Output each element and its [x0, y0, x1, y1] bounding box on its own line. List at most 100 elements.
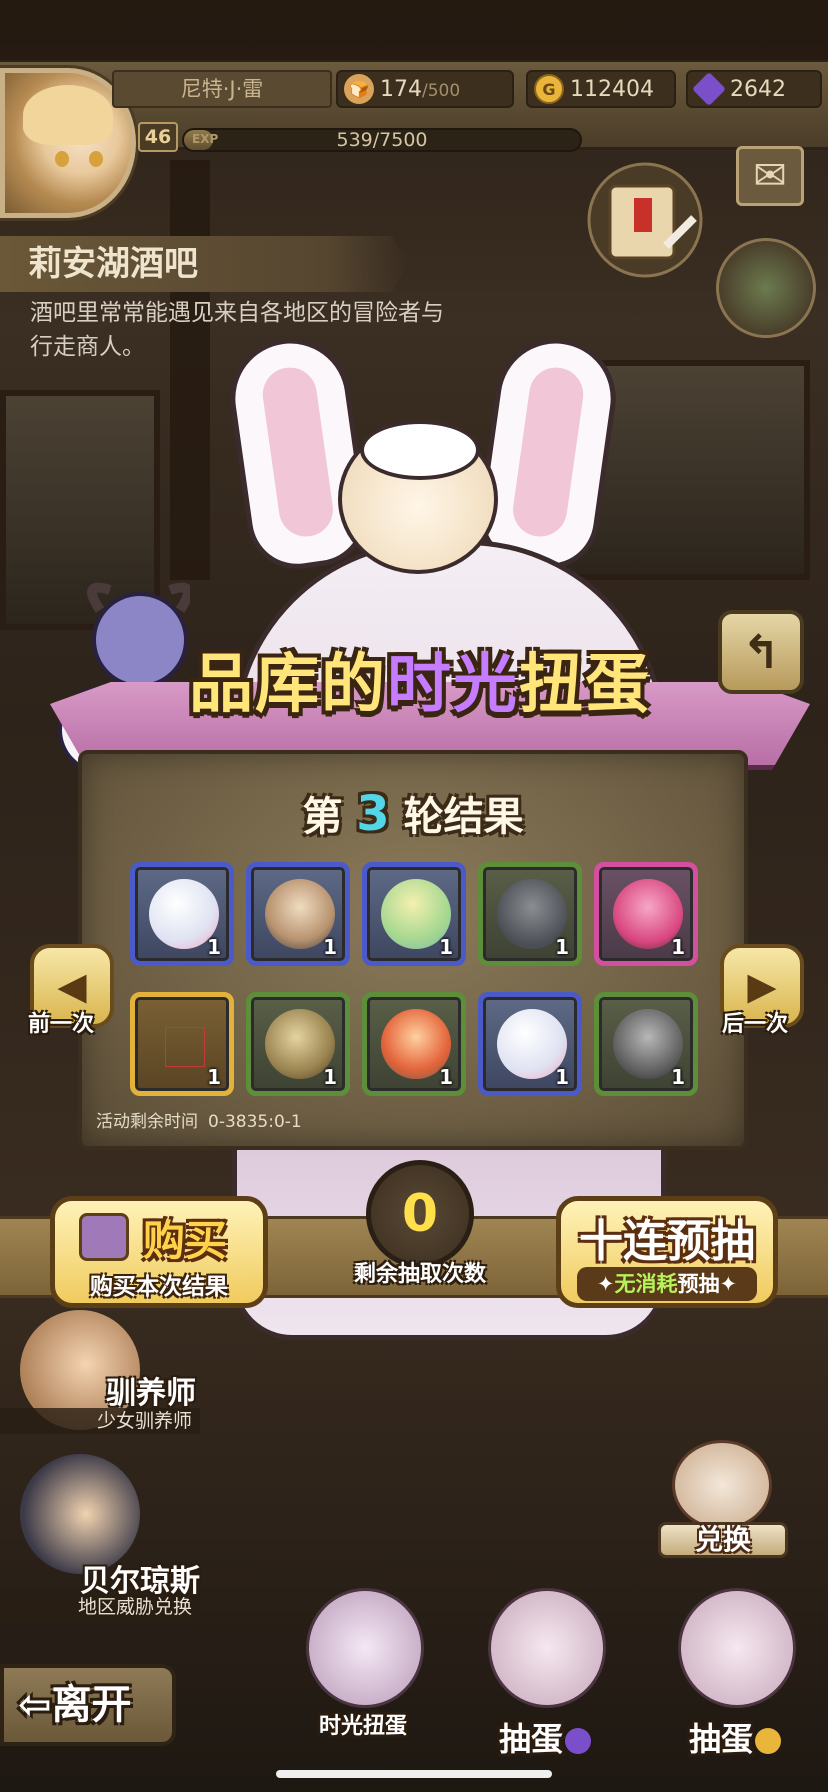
exchange-button[interactable]: 兑换	[658, 1440, 788, 1560]
avatar-eye	[55, 151, 69, 167]
npc-trainer[interactable]: 驯养师 少女驯养师	[0, 1310, 210, 1460]
return-arrow-icon: ↰	[741, 625, 781, 679]
result-slot[interactable]: 1	[362, 862, 466, 966]
event-title-part3: 扭蛋	[519, 648, 651, 722]
item-quantity: 1	[439, 1065, 453, 1089]
prev-round-label: 前一次	[28, 1012, 95, 1037]
event-timer: 活动剩余时间 0-3835:0-1	[96, 1107, 302, 1132]
item-quantity: 1	[207, 1065, 221, 1089]
draws-remaining-counter: 0	[366, 1160, 474, 1268]
item-quantity: 1	[439, 935, 453, 959]
next-round-label: 后一次	[722, 1012, 789, 1037]
round-number: 3	[356, 786, 390, 842]
ten-pull-preview-button[interactable]: 十连预抽 ✦无消耗预抽✦	[556, 1196, 778, 1308]
exp-bar: EXP 539/7500	[182, 128, 582, 152]
tab-draw-gold-label: 抽蛋	[660, 1714, 810, 1760]
exchange-icon	[672, 1440, 772, 1530]
bunny-mascot-swirl	[360, 420, 480, 480]
result-slot[interactable]: 1	[478, 862, 582, 966]
purple-gem-icon	[565, 1728, 591, 1754]
tab-draw-gold[interactable]: 抽蛋	[660, 1588, 810, 1758]
ten-pull-subtitle: ✦无消耗预抽✦	[577, 1267, 757, 1301]
results-panel: 第 3 轮结果 1 1 1 1 1 1 1 1 1 1 活动剩余时间 0-3835:0-1	[78, 750, 748, 1150]
level-badge: 46	[138, 122, 178, 152]
stamina-max: /500	[422, 80, 461, 101]
background-pillar	[170, 160, 210, 580]
event-title: 品库的时光扭蛋	[120, 630, 720, 740]
gold-counter[interactable]: G 112404	[526, 70, 676, 108]
home-indicator[interactable]	[276, 1770, 552, 1778]
round-title: 第 3 轮结果	[82, 784, 744, 842]
tab-time-gacha-label: 时光扭蛋	[318, 1714, 407, 1739]
exchange-label: 兑换	[658, 1522, 788, 1558]
draw-gold-label: 抽蛋	[688, 1720, 753, 1758]
npc-beljones-role: 地区威胁兑换	[0, 1594, 200, 1620]
draw-gem-label: 抽蛋	[498, 1720, 563, 1758]
arrow-right-icon: ▶	[747, 964, 777, 1008]
buy-subtitle: 购买本次结果	[90, 1274, 228, 1300]
player-name: 尼特·J·雷	[112, 70, 332, 108]
tab-draw-gem[interactable]: 抽蛋	[470, 1588, 620, 1758]
leave-label: 离开	[51, 1682, 132, 1728]
event-title-part1: 品库的	[189, 648, 387, 722]
item-quantity: 1	[323, 935, 337, 959]
item-quantity: 1	[207, 935, 221, 959]
round-prefix: 第	[302, 794, 343, 840]
timer-value: 0-3835:0-1	[208, 1112, 302, 1132]
purple-gem-icon	[692, 72, 726, 106]
gacha-egg-icon	[488, 1588, 606, 1708]
mail-icon[interactable]: ✉	[736, 146, 804, 206]
result-slot[interactable]: 1	[594, 992, 698, 1096]
result-slot[interactable]: 1	[130, 862, 234, 966]
ten-pull-title: 十连预抽	[579, 1216, 755, 1267]
stamina-text: 174/500	[380, 77, 460, 102]
event-title-highlight: 时光	[387, 648, 519, 722]
round-suffix: 轮结果	[403, 794, 524, 840]
gem-counter[interactable]: 2642	[686, 70, 822, 108]
item-quantity: 1	[555, 1065, 569, 1089]
quest-scroll-icon[interactable]	[586, 158, 704, 280]
location-description: 酒吧里常常能遇见来自各地区的冒险者与行走商人。	[30, 300, 444, 360]
gem-value: 2642	[730, 76, 786, 102]
ceiling-beam	[0, 0, 828, 60]
npc-trainer-name: 驯养师	[106, 1376, 196, 1411]
bread-icon: 🍞	[344, 74, 374, 104]
tab-draw-gem-label: 抽蛋	[470, 1714, 620, 1760]
result-slot[interactable]: 1	[478, 992, 582, 1096]
backpack-icon[interactable]	[716, 238, 816, 338]
ten-pull-preview-label: 预抽	[677, 1272, 720, 1296]
buy-title: 购买	[143, 1216, 228, 1265]
item-quantity: 1	[671, 1065, 685, 1089]
return-button[interactable]: ↰	[718, 610, 804, 694]
ten-pull-free-label: 无消耗	[614, 1272, 678, 1296]
gold-coin-icon: G	[534, 74, 564, 104]
gold-coin-icon	[755, 1728, 781, 1754]
draws-remaining-label: 剩余抽取次数	[353, 1262, 486, 1287]
npc-beljones[interactable]: 贝尔琼斯 地区威胁兑换	[0, 1454, 210, 1620]
result-grid: 1 1 1 1 1 1 1 1 1 1	[130, 862, 698, 1096]
avatar-hair	[23, 85, 113, 145]
item-quantity: 1	[323, 1065, 337, 1089]
npc-trainer-role: 少女驯养师	[0, 1408, 200, 1434]
gift-icon	[79, 1213, 129, 1261]
buy-button[interactable]: 购买 购买本次结果	[50, 1196, 268, 1308]
tab-time-gacha[interactable]: 时光扭蛋	[288, 1588, 438, 1758]
avatar-eye	[89, 151, 103, 167]
result-slot[interactable]: 1	[246, 992, 350, 1096]
leave-button[interactable]: ⇦离开	[0, 1664, 176, 1746]
item-quantity: 1	[555, 935, 569, 959]
result-slot[interactable]: 1	[246, 862, 350, 966]
empty-slot-mark	[165, 1027, 205, 1067]
result-slot[interactable]: 1	[130, 992, 234, 1096]
result-slot[interactable]: 1	[362, 992, 466, 1096]
stamina-value: 174	[380, 76, 422, 102]
item-quantity: 1	[671, 935, 685, 959]
time-gacha-icon	[306, 1588, 424, 1708]
gacha-egg-icon	[678, 1588, 796, 1708]
exp-value: 539/7500	[336, 129, 428, 151]
gold-value: 112404	[570, 76, 654, 102]
stamina-counter[interactable]: 🍞 174/500	[336, 70, 514, 108]
location-title: 莉安湖酒吧	[0, 236, 408, 292]
result-slot[interactable]: 1	[594, 862, 698, 966]
arrow-left-icon: ◀	[57, 964, 87, 1008]
